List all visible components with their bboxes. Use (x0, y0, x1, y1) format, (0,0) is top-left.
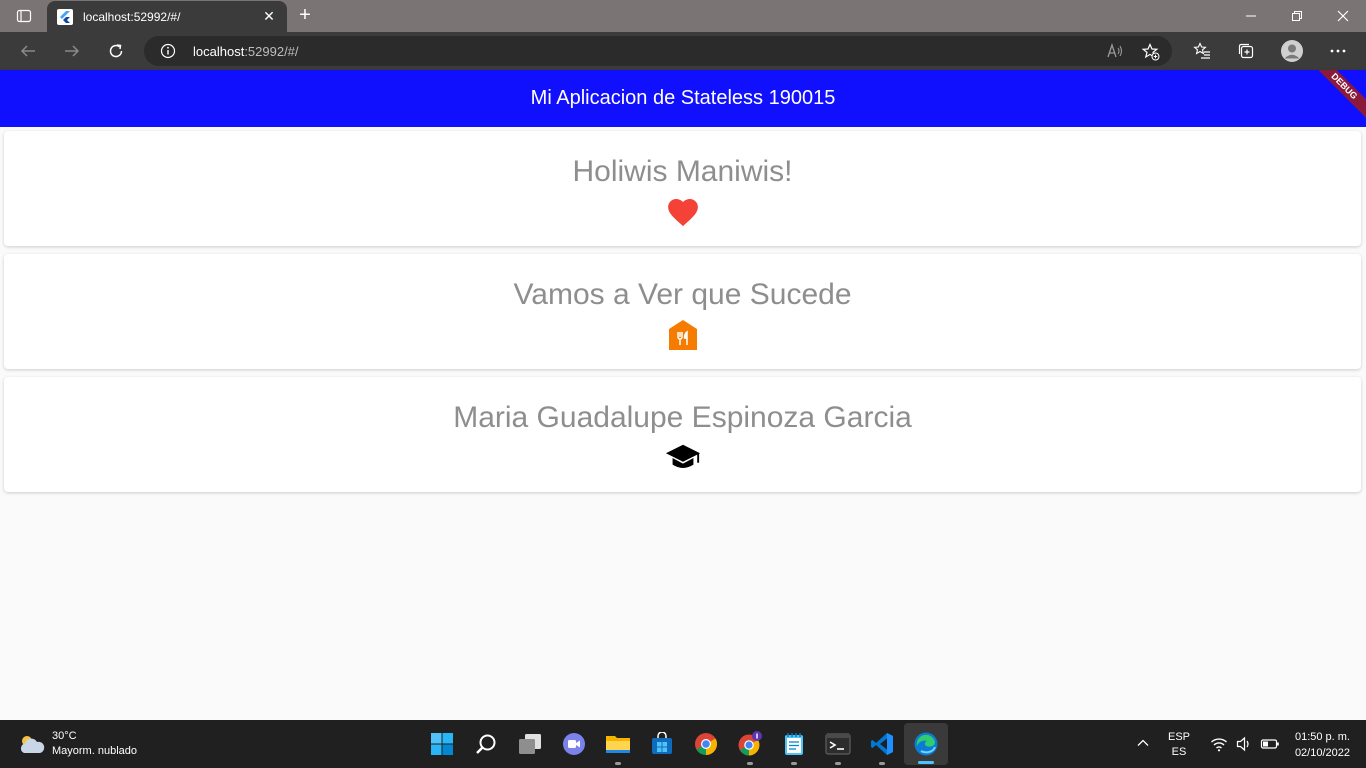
add-favorite-icon[interactable] (1142, 43, 1160, 61)
running-indicator (791, 762, 797, 765)
address-bar[interactable]: localhost:52992/#/ (144, 36, 1172, 66)
card-vamos: Vamos a Ver que Sucede (4, 254, 1361, 369)
restaurant-icon (665, 317, 701, 353)
restore-button[interactable] (1274, 0, 1320, 32)
chrome-profile-button[interactable] (728, 720, 772, 768)
browser-toolbar: localhost:52992/#/ (0, 32, 1366, 70)
chrome-icon (695, 733, 717, 755)
clock-time: 01:50 p. m. (1294, 731, 1350, 743)
new-tab-button[interactable]: + (292, 4, 318, 28)
debug-banner: DEBUG (1308, 70, 1366, 123)
running-indicator (918, 761, 934, 764)
forward-button[interactable] (58, 37, 86, 65)
more-options-icon (1330, 49, 1346, 53)
show-hidden-icons-button[interactable] (1136, 736, 1150, 750)
vscode-icon (871, 733, 893, 755)
edge-icon (914, 732, 938, 756)
close-icon (1337, 10, 1349, 22)
refresh-button[interactable] (102, 37, 130, 65)
url-text: localhost:52992/#/ (193, 44, 299, 59)
back-button[interactable] (14, 37, 42, 65)
window-controls (1228, 0, 1366, 32)
weather-temperature: 30°C (52, 730, 77, 742)
taskbar-apps (420, 720, 948, 768)
app-title: Mi Aplicacion de Stateless 190015 (530, 87, 836, 109)
read-aloud-icon[interactable] (1106, 43, 1124, 59)
chrome-button[interactable] (684, 720, 728, 768)
battery-icon (1260, 739, 1279, 749)
tab-title: localhost:52992/#/ (83, 9, 181, 24)
terminal-icon (825, 733, 851, 755)
app-bar: Mi Aplicacion de Stateless 190015 DEBUG (0, 70, 1366, 127)
clock[interactable]: 01:50 p. m. 02/10/2022 (1284, 729, 1350, 761)
minimize-icon (1246, 15, 1256, 17)
terminal-button[interactable] (816, 720, 860, 768)
forward-arrow-icon (65, 45, 80, 57)
card-title: Maria Guadalupe Espinoza Garcia (453, 401, 912, 434)
close-window-button[interactable] (1320, 0, 1366, 32)
favorites-button[interactable] (1188, 37, 1216, 65)
search-icon (476, 734, 496, 754)
tab-actions-button[interactable] (8, 4, 40, 28)
collections-button[interactable] (1232, 37, 1260, 65)
store-button[interactable] (640, 720, 684, 768)
windows-taskbar: 30°C Mayorm. nublado ESP ES 01:50 p. m. (0, 720, 1366, 768)
back-arrow-icon (20, 45, 35, 57)
settings-menu-button[interactable] (1324, 37, 1352, 65)
teams-icon (563, 733, 585, 755)
file-explorer-button[interactable] (596, 720, 640, 768)
card-title: Vamos a Ver que Sucede (513, 278, 852, 311)
chrome-profile-icon (738, 731, 762, 756)
cloudy-weather-icon (20, 736, 45, 753)
task-view-icon (519, 734, 541, 754)
flutter-favicon-icon (57, 8, 73, 25)
card-maria: Maria Guadalupe Espinoza Garcia (4, 377, 1361, 492)
heart-icon (665, 194, 701, 230)
running-indicator (879, 762, 885, 765)
volume-icon (1236, 736, 1249, 752)
url-path: :52992/#/ (244, 44, 299, 59)
notepad-icon (785, 733, 803, 755)
minimize-button[interactable] (1228, 0, 1274, 32)
running-indicator (835, 762, 841, 765)
avatar-icon (1281, 40, 1303, 62)
language-code: ESP (1167, 731, 1190, 743)
vscode-button[interactable] (860, 720, 904, 768)
task-view-button[interactable] (508, 720, 552, 768)
site-info-icon[interactable] (160, 43, 176, 59)
running-indicator (747, 762, 753, 765)
running-indicator (615, 762, 621, 765)
profile-button[interactable] (1278, 37, 1306, 65)
favorites-icon (1193, 42, 1210, 59)
browser-tab[interactable]: localhost:52992/#/ ✕ (47, 1, 287, 32)
store-icon (652, 732, 672, 754)
card-title: Holiwis Maniwis! (572, 155, 793, 188)
teams-button[interactable] (552, 720, 596, 768)
card-holiwis: Holiwis Maniwis! (4, 131, 1361, 246)
browser-title-bar: localhost:52992/#/ ✕ + (0, 0, 1366, 32)
url-host: localhost (193, 44, 245, 59)
start-icon (431, 733, 453, 755)
app-body: Holiwis Maniwis! Vamos a Ver que Sucede … (0, 127, 1366, 720)
school-icon (665, 440, 701, 476)
input-language-indicator[interactable]: ESP ES (1166, 730, 1192, 760)
weather-widget[interactable]: 30°C Mayorm. nublado (16, 728, 137, 760)
search-button[interactable] (464, 720, 508, 768)
start-button[interactable] (420, 720, 464, 768)
keyboard-layout: ES (1171, 746, 1187, 758)
notepad-button[interactable] (772, 720, 816, 768)
clock-date: 02/10/2022 (1294, 747, 1350, 759)
collections-icon (1238, 43, 1254, 59)
system-status-icons[interactable] (1210, 736, 1280, 752)
restore-icon (1292, 11, 1302, 21)
weather-description: Mayorm. nublado (52, 745, 137, 757)
wifi-icon (1211, 738, 1227, 752)
edge-button[interactable] (904, 723, 948, 765)
refresh-icon (109, 44, 123, 58)
tab-close-button[interactable]: ✕ (261, 8, 277, 25)
file-explorer-icon (606, 736, 630, 753)
tab-actions-icon (16, 9, 32, 23)
